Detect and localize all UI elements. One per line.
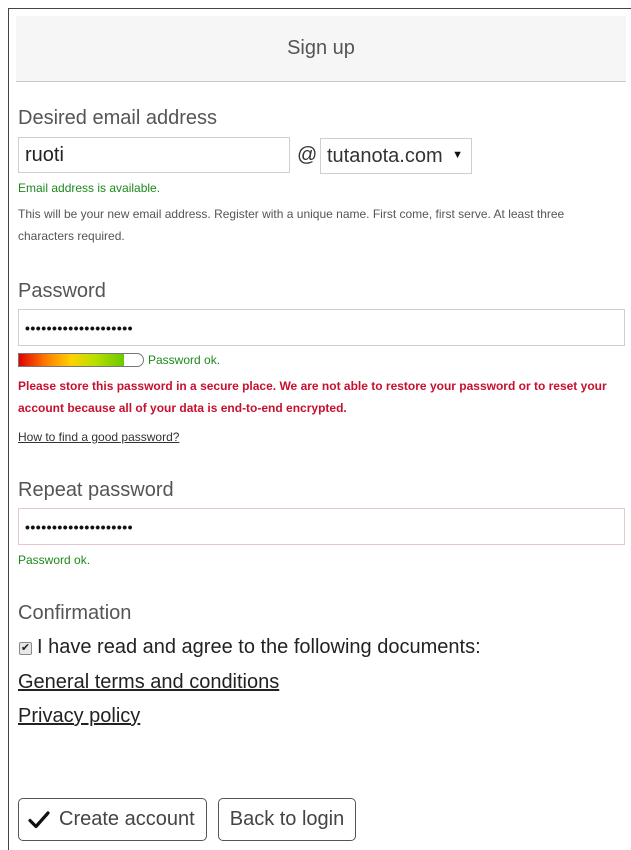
back-to-login-label: Back to login [229, 808, 345, 830]
password-masked-value: •••••••••••••••••••• [25, 319, 134, 336]
email-help-text: This will be your new email address. Reg… [18, 207, 565, 243]
checkbox-checked-icon: ✔ [20, 642, 31, 654]
domain-select[interactable]: tutanota.com ▼ [320, 138, 472, 174]
email-username-value: ruoti [25, 143, 64, 166]
password-strength-text: Password ok. [148, 353, 221, 367]
repeat-password-status: Password ok. [18, 553, 91, 567]
back-to-login-button[interactable]: Back to login [218, 798, 356, 841]
privacy-policy-link[interactable]: Privacy policy [18, 705, 140, 728]
repeat-password-label: Repeat password [18, 479, 174, 501]
good-password-help-link[interactable]: How to find a good password? [18, 426, 179, 448]
password-strength-meter [18, 353, 144, 367]
email-username-input[interactable]: ruoti [18, 137, 290, 173]
at-sign: @ [297, 144, 318, 166]
page-title: Sign up [287, 37, 355, 59]
signup-header: Sign up [16, 16, 626, 82]
agree-text: I have read and agree to the following d… [37, 636, 481, 658]
password-input[interactable]: •••••••••••••••••••• [18, 309, 625, 346]
password-warning: Please store this password in a secure p… [18, 379, 607, 415]
email-label: Desired email address [18, 107, 217, 129]
email-available-status: Email address is available. [18, 181, 161, 195]
domain-select-value: tutanota.com [327, 144, 443, 167]
terms-checkbox[interactable]: ✔ [19, 642, 32, 655]
create-account-label: Create account [59, 808, 195, 830]
password-strength-fill [19, 354, 125, 366]
confirmation-label: Confirmation [18, 602, 132, 624]
caret-down-icon: ▼ [452, 149, 463, 161]
repeat-password-input[interactable]: •••••••••••••••••••• [18, 508, 625, 545]
check-icon [28, 810, 50, 828]
password-label: Password [18, 280, 106, 302]
terms-link[interactable]: General terms and conditions [18, 671, 279, 694]
create-account-button[interactable]: Create account [18, 798, 207, 841]
repeat-password-masked-value: •••••••••••••••••••• [25, 518, 134, 535]
